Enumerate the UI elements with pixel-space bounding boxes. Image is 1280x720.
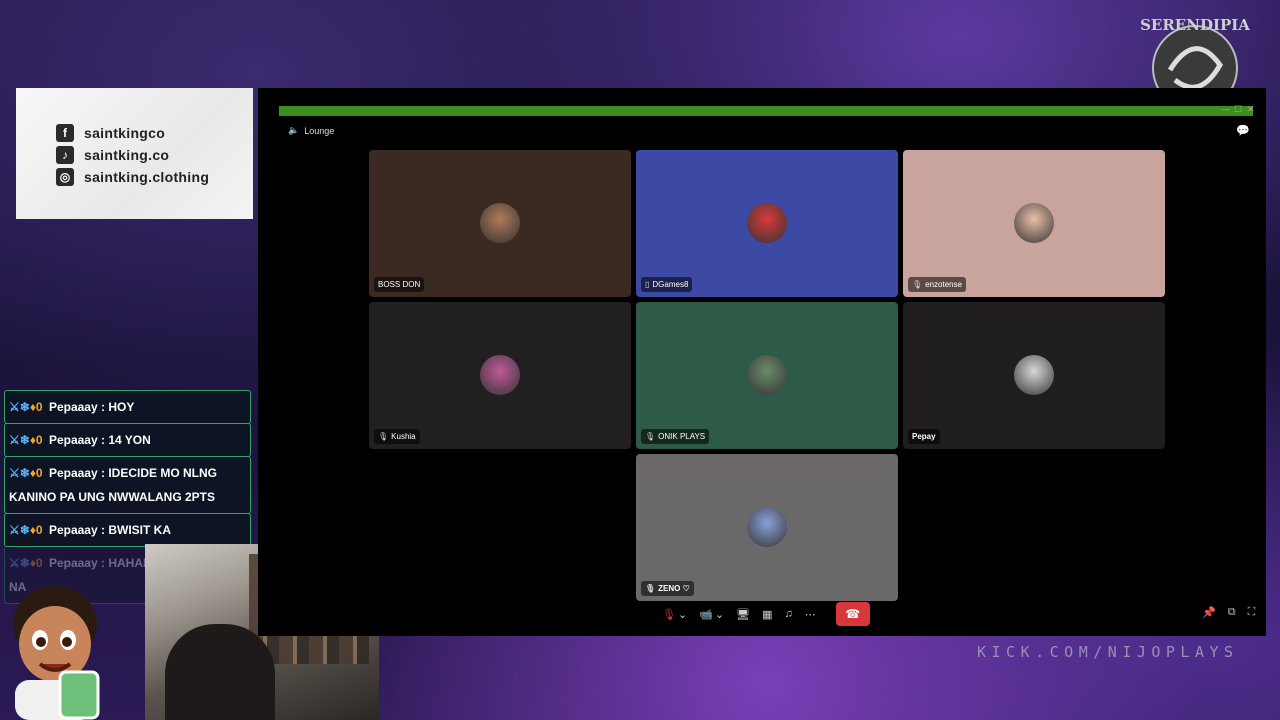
participant-name: BOSS DON: [378, 280, 421, 289]
participant-name-tag: 🎙 ONIK PLAYS: [641, 429, 710, 444]
participant-name-tag: BOSS DON: [374, 277, 425, 292]
chat-badges-icon: ⚔❄♦0: [9, 400, 43, 414]
social-row-facebook: f saintkingco: [56, 122, 253, 144]
channel-name: Lounge: [304, 125, 335, 136]
chevron-down-icon[interactable]: ⌄: [715, 608, 724, 621]
participant-tile[interactable]: 🎙 ZENO ♡: [636, 454, 898, 601]
participant-name: ONIK PLAYS: [658, 432, 706, 441]
participant-avatar: [747, 203, 787, 243]
chat-message: ⚔❄♦0 Pepaaay : BWISIT KA: [4, 513, 251, 547]
popout-icon[interactable]: ⧉: [1228, 606, 1236, 619]
participant-tile[interactable]: ▯ DGames8: [636, 150, 898, 297]
mic-muted-icon: 🎙: [912, 280, 923, 289]
chat-bubble-icon[interactable]: 💬: [1236, 124, 1250, 137]
streamer: [165, 624, 275, 720]
participant-tile[interactable]: 🎙 ONIK PLAYS: [636, 302, 898, 449]
facebook-handle: saintkingco: [84, 125, 166, 141]
view-controls: 📌 ⧉ ⛶: [1190, 606, 1255, 619]
chat-text: : 14 YON: [101, 433, 151, 447]
participant-name: ZENO ♡: [658, 584, 690, 593]
tiktok-icon: ♪: [56, 146, 74, 164]
participant-name: Pepay: [912, 432, 936, 441]
tiktok-handle: saintking.co: [84, 147, 170, 163]
chat-username: Pepaaay: [48, 466, 98, 480]
chat-text: : HOY: [101, 400, 135, 414]
screen-share-icon[interactable]: 🖥: [736, 608, 750, 621]
participant-name-tag: ▯ DGames8: [641, 277, 693, 292]
channel-url: KICK.COM/NIJOPLAYS: [977, 643, 1239, 661]
social-row-tiktok: ♪ saintking.co: [56, 144, 253, 166]
participant-name-tag: 🎙 Kushia: [374, 429, 420, 444]
chat-badges-icon: ⚔❄♦0: [9, 523, 43, 537]
facebook-icon: f: [56, 124, 74, 142]
participant-tile[interactable]: Pepay: [903, 302, 1165, 449]
disconnect-button[interactable]: ☎: [835, 602, 870, 626]
chat-message: ⚔❄♦0 Pepaaay : IDECIDE MO NLNG KANINO PA…: [4, 456, 251, 514]
mic-muted-icon: 🎙: [645, 584, 656, 593]
chat-text: : BWISIT KA: [101, 523, 171, 537]
instagram-icon: ◎: [56, 168, 74, 186]
chat-badges-icon: ⚔❄♦0: [9, 433, 43, 447]
maximize-icon[interactable]: ☐: [1234, 104, 1242, 115]
mobile-icon: ▯: [645, 280, 650, 289]
window-titlebar: [279, 106, 1253, 116]
chat-username: Pepaaay: [48, 523, 98, 537]
activities-icon[interactable]: ▦: [762, 608, 772, 621]
camera-toggle-icon[interactable]: 📹: [699, 608, 713, 621]
chat-badges-icon: ⚔❄♦0: [9, 466, 43, 480]
participant-tile[interactable]: BOSS DON: [369, 150, 631, 297]
participant-tile[interactable]: 🎙 Kushia: [369, 302, 631, 449]
participant-avatar: [747, 355, 787, 395]
discord-window: — ☐ ✕ 🔈 Lounge 💬 BOSS DON ▯ DGames8 🎙 enzo…: [258, 88, 1266, 636]
mic-toggle-icon[interactable]: 🎙: [662, 608, 676, 621]
fullscreen-icon[interactable]: ⛶: [1248, 606, 1256, 619]
chat-message: ⚔❄♦0 Pepaaay : 14 YON: [4, 423, 251, 457]
chat-username: Pepaaay: [48, 433, 98, 447]
participant-avatar: [1014, 355, 1054, 395]
participant-avatar: [480, 203, 520, 243]
minimize-icon[interactable]: —: [1221, 104, 1230, 114]
pin-icon[interactable]: 📌: [1202, 606, 1216, 619]
call-controls: 🎙 ⌄ 📹 ⌄ 🖥 ▦ ♫ ⋯ ☎: [656, 602, 870, 626]
social-row-instagram: ◎ saintking.clothing: [56, 166, 253, 188]
close-icon[interactable]: ✕: [1247, 104, 1255, 115]
participant-name: DGames8: [652, 280, 689, 289]
more-options-icon[interactable]: ⋯: [805, 608, 816, 621]
chat-message: ⚔❄♦0 Pepaaay : HOY: [4, 390, 251, 424]
svg-text:SERENDIPIA: SERENDIPIA: [1140, 16, 1250, 34]
participant-avatar: [1014, 203, 1054, 243]
chat-badges-icon: ⚔❄♦0: [9, 556, 43, 570]
chat-username: Pepaaay: [48, 556, 98, 570]
speaker-icon: 🔈: [288, 125, 300, 135]
participant-name-tag: Pepay: [908, 429, 940, 444]
participant-name: enzotense: [925, 280, 963, 289]
cartoon-avatar: [13, 586, 100, 720]
participant-name-tag: 🎙 enzotense: [908, 277, 967, 292]
participant-tile[interactable]: 🎙 enzotense: [903, 150, 1165, 297]
social-card: f saintkingco ♪ saintking.co ◎ saintking…: [16, 88, 253, 219]
participant-avatar: [480, 355, 520, 395]
participant-name-tag: 🎙 ZENO ♡: [641, 581, 694, 596]
chevron-down-icon[interactable]: ⌄: [678, 608, 687, 621]
voice-channel-header: 🔈 Lounge: [288, 125, 334, 136]
participant-avatar: [747, 507, 787, 547]
participant-name: Kushia: [391, 432, 416, 441]
chat-username: Pepaaay: [48, 400, 98, 414]
mic-muted-icon: 🎙: [645, 432, 656, 441]
soundboard-icon[interactable]: ♫: [784, 608, 792, 620]
mic-muted-icon: 🎙: [378, 432, 389, 441]
instagram-handle: saintking.clothing: [84, 169, 210, 185]
